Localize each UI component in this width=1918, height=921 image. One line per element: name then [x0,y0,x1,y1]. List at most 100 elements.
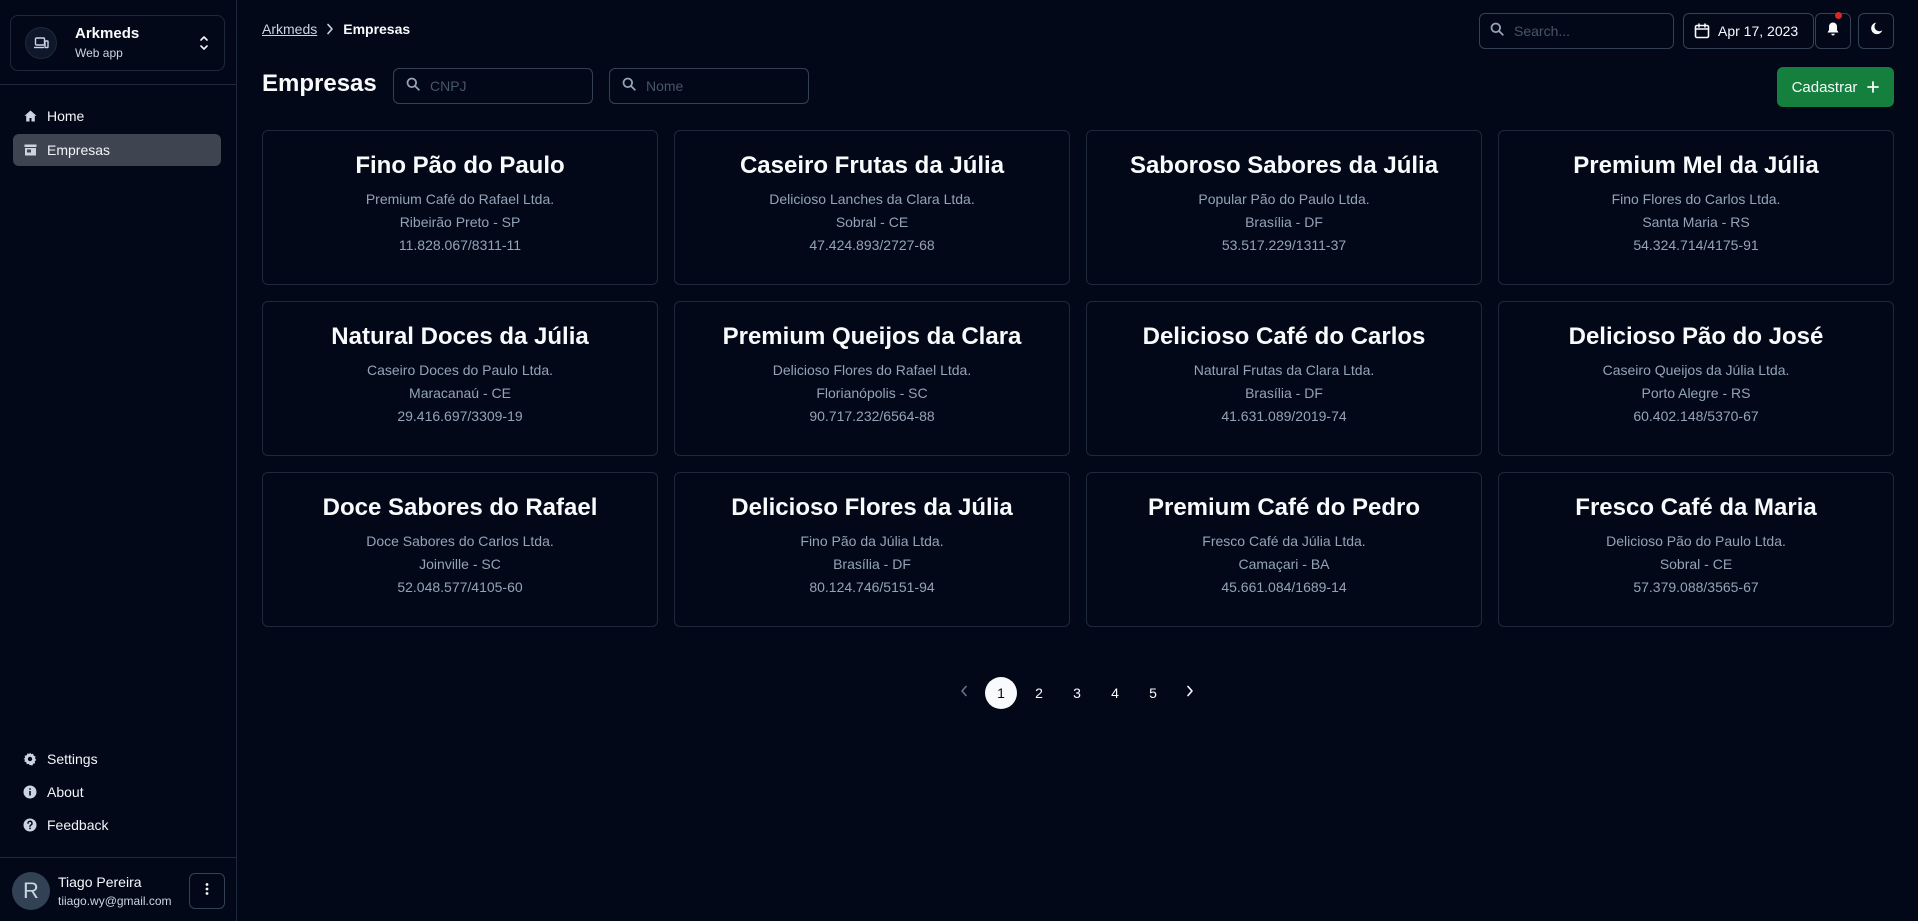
app-name: Arkmeds [75,25,140,42]
company-card[interactable]: Premium Queijos da Clara Delicioso Flores… [674,301,1070,456]
company-grid: Fino Pão do Paulo Premium Café do Rafael … [262,130,1894,627]
company-location: Santa Maria - RS [1642,214,1750,230]
chevron-right-icon [1186,684,1194,702]
company-name: Fino Pão do Paulo [355,152,565,179]
company-legal-name: Caseiro Doces do Paulo Ltda. [367,362,553,378]
user-menu-button[interactable] [189,873,225,909]
company-cnpj: 29.416.697/3309-19 [397,408,523,424]
breadcrumb-link-arkmeds[interactable]: Arkmeds [262,21,317,37]
gear-icon [23,752,37,766]
chevron-left-icon [960,684,968,702]
breadcrumb: Arkmeds Empresas [262,21,410,37]
breadcrumb-current: Empresas [343,21,411,37]
sidebar-item-label: Settings [47,751,98,767]
sidebar-bottom-nav: Settings About Feedback [13,743,221,842]
nome-filter[interactable] [609,68,809,104]
company-card[interactable]: Delicioso Flores da Júlia Fino Pão da Júl… [674,472,1070,627]
company-card[interactable]: Premium Mel da Júlia Fino Flores do Carlo… [1498,130,1894,285]
company-card[interactable]: Fresco Café da Maria Delicioso Pão do Pau… [1498,472,1894,627]
company-card[interactable]: Natural Doces da Júlia Caseiro Doces do P… [262,301,658,456]
company-cnpj: 47.424.893/2727-68 [809,237,935,253]
company-location: Brasília - DF [1245,214,1323,230]
company-location: Sobral - CE [835,214,909,230]
info-icon [23,785,37,799]
company-card[interactable]: Saboroso Sabores da Júlia Popular Pão do … [1086,130,1482,285]
company-legal-name: Fino Pão da Júlia Ltda. [800,533,944,549]
company-cnpj: 45.661.084/1689-14 [1221,579,1347,595]
company-legal-name: Delicioso Flores do Rafael Ltda. [772,362,972,378]
bell-icon [1827,22,1839,41]
avatar: R [12,872,50,910]
app-switcher[interactable]: Arkmeds Web app [10,15,225,71]
notifications-button[interactable] [1815,12,1851,49]
company-legal-name: Doce Sabores do Carlos Ltda. [366,533,554,549]
company-legal-name: Popular Pão do Paulo Ltda. [1198,191,1370,207]
notification-badge [1835,12,1842,19]
moon-icon [1870,22,1883,40]
laptop-icon [25,27,57,59]
company-card[interactable]: Delicioso Pão do José Caseiro Queijos da … [1498,301,1894,456]
company-location: Sobral - CE [1659,556,1733,572]
sidebar-item-label: About [47,784,84,800]
company-card[interactable]: Delicioso Café do Carlos Natural Frutas d… [1086,301,1482,456]
company-name: Premium Café do Pedro [1147,494,1421,521]
plus-icon [1867,81,1880,93]
sidebar-item-home[interactable]: Home [13,100,221,132]
nome-input[interactable] [646,78,776,94]
pagination-page-button[interactable]: 5 [1137,677,1169,709]
sidebar-item-about[interactable]: About [13,776,221,808]
company-card[interactable]: Fino Pão do Paulo Premium Café do Rafael … [262,130,658,285]
company-location: Brasília - DF [1245,385,1323,401]
company-name: Delicioso Café do Carlos [1142,323,1426,350]
sidebar: Arkmeds Web app Home Empresas Settings A… [0,0,237,921]
sidebar-item-settings[interactable]: Settings [13,743,221,775]
home-icon [23,109,37,123]
company-legal-name: Caseiro Queijos da Júlia Ltda. [1602,362,1790,378]
sidebar-item-feedback[interactable]: Feedback [13,809,221,841]
pagination-next-button[interactable] [1172,677,1208,709]
company-name: Fresco Café da Maria [1575,494,1817,521]
cnpj-input[interactable] [430,78,560,94]
company-name: Delicioso Pão do José [1568,323,1824,350]
app-subtitle: Web app [75,46,123,60]
sidebar-divider [0,857,237,858]
user-name: Tiago Pereira [58,873,142,890]
pagination-page-button[interactable]: 4 [1099,677,1131,709]
company-legal-name: Natural Frutas da Clara Ltda. [1193,362,1375,378]
page-title: Empresas [262,70,377,97]
company-cnpj: 80.124.746/5151-94 [809,579,935,595]
help-icon [23,818,37,832]
company-cnpj: 60.402.148/5370-67 [1633,408,1759,424]
pagination-page-button[interactable]: 2 [1023,677,1055,709]
more-vertical-icon [205,882,209,901]
sidebar-item-empresas[interactable]: Empresas [13,134,221,166]
cadastrar-button[interactable]: Cadastrar [1777,67,1894,107]
theme-toggle-button[interactable] [1858,13,1894,49]
chevron-right-icon [326,23,334,35]
company-cnpj: 53.517.229/1311-37 [1221,237,1347,253]
company-name: Caseiro Frutas da Júlia [739,152,1005,179]
store-icon [23,143,37,157]
search-input[interactable] [1514,23,1644,39]
company-card[interactable]: Doce Sabores do Rafael Doce Sabores do Ca… [262,472,658,627]
search-icon [406,77,420,96]
search-icon [1490,22,1504,41]
sidebar-nav: Home Empresas [13,100,221,168]
company-card[interactable]: Premium Café do Pedro Fresco Café da Júli… [1086,472,1482,627]
company-card[interactable]: Caseiro Frutas da Júlia Delicioso Lanches… [674,130,1070,285]
company-location: Porto Alegre - RS [1641,385,1751,401]
pagination-page-button[interactable]: 3 [1061,677,1093,709]
date-picker-button[interactable]: Apr 17, 2023 [1683,13,1814,49]
cnpj-filter[interactable] [393,68,593,104]
chevrons-up-down-icon [196,31,212,55]
sidebar-item-label: Home [47,108,85,124]
user-email: tiiago.wy@gmail.com [58,893,172,908]
pagination-prev-button[interactable] [946,677,982,709]
company-legal-name: Delicioso Lanches da Clara Ltda. [769,191,975,207]
company-cnpj: 11.828.067/8311-11 [398,237,522,253]
company-location: Joinville - SC [419,556,501,572]
pagination-page-button[interactable]: 1 [985,677,1017,709]
search-icon [622,77,636,96]
sidebar-item-label: Empresas [47,142,111,158]
global-search[interactable] [1479,13,1674,49]
